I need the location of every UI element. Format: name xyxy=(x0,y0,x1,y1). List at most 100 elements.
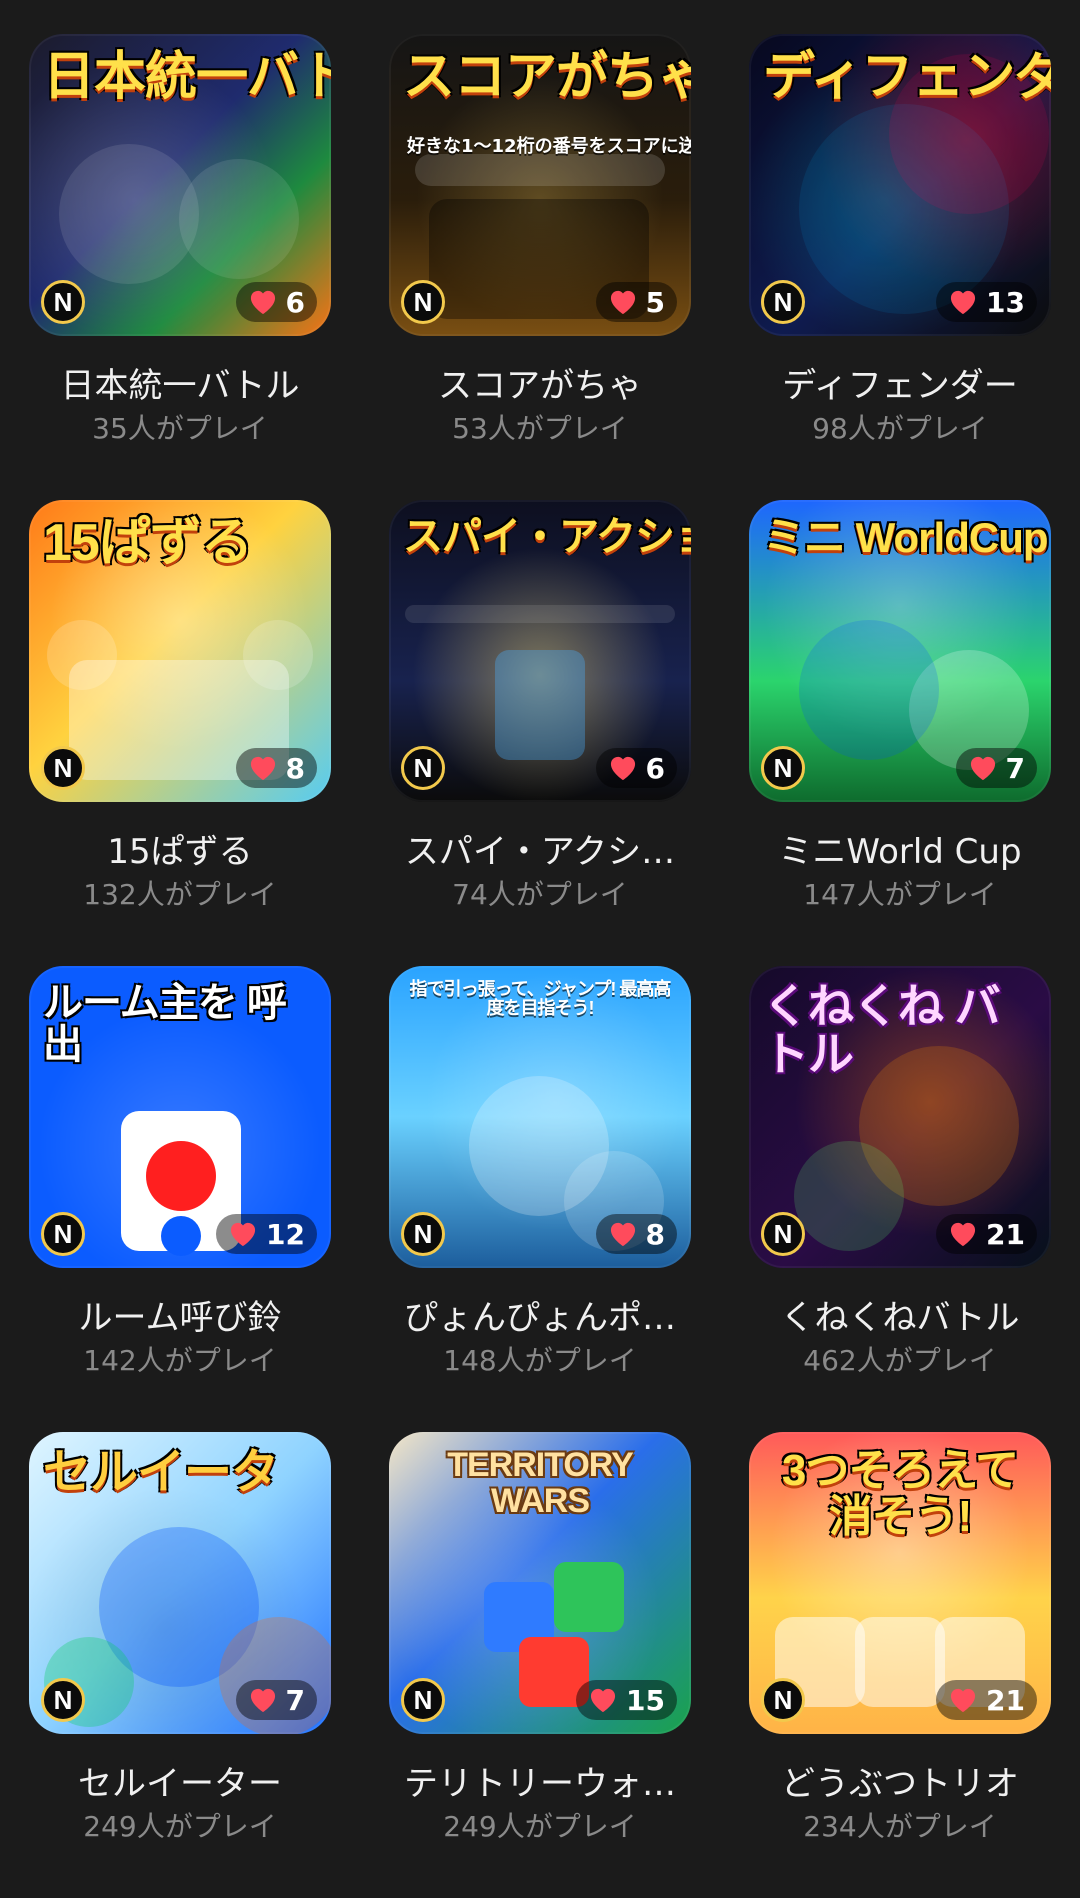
game-name[interactable]: 日本統一バトル xyxy=(25,366,335,406)
game-name[interactable]: 15ぱずる xyxy=(25,832,335,872)
play-count: 234人がプレイ xyxy=(803,1810,997,1843)
game-thumbnail[interactable]: 指で引っ張って、ジャンプ! 最高高度を目指そう! N 8 xyxy=(389,966,691,1268)
game-card[interactable]: スコアがちゃ 好きな1〜12桁の番号をスコアに送信 N 5 スコアがちゃ 53人… xyxy=(360,34,720,500)
game-name[interactable]: セルイーター xyxy=(25,1764,335,1804)
likes-badge: 5 xyxy=(595,282,677,322)
likes-count: 12 xyxy=(266,1217,305,1251)
play-count: 249人がプレイ xyxy=(443,1810,637,1843)
game-card[interactable]: セルイータ N 7 セルイーター 249人がプレイ xyxy=(0,1432,360,1898)
game-thumbnail[interactable]: ルーム主を 呼出 N 12 xyxy=(29,966,331,1268)
likes-badge: 15 xyxy=(576,1680,677,1720)
thumbnail-title: スコアがちゃ xyxy=(403,48,691,106)
thumbnail-title: くねくね バトル xyxy=(763,980,1001,1081)
play-count: 35人がプレイ xyxy=(92,412,268,445)
game-card[interactable]: ルーム主を 呼出 N 12 ルーム呼び鈴 142人がプレイ xyxy=(0,966,360,1432)
thumbnail-title: ミニ WorldCup xyxy=(763,514,1049,561)
n-badge-icon: N xyxy=(761,746,805,790)
likes-count: 6 xyxy=(645,751,665,785)
thumbnail-title: TERRITORY WARS xyxy=(447,1446,634,1520)
game-card[interactable]: TERRITORY WARS N 15 テリトリーウォ… 249人がプレイ xyxy=(360,1432,720,1898)
game-name[interactable]: スコアがちゃ xyxy=(385,366,695,406)
likes-badge: 6 xyxy=(235,282,317,322)
heart-icon xyxy=(248,289,278,315)
game-card[interactable]: 3つそろえて 消そう! N 21 どうぶつトリオ 234人がプレイ xyxy=(720,1432,1080,1898)
game-thumbnail[interactable]: TERRITORY WARS N 15 xyxy=(389,1432,691,1734)
thumbnail-title: セルイータ xyxy=(43,1446,279,1499)
heart-icon xyxy=(248,1687,278,1713)
likes-badge: 6 xyxy=(595,748,677,788)
play-count: 462人がプレイ xyxy=(803,1344,997,1377)
likes-count: 13 xyxy=(986,285,1025,319)
n-badge-icon: N xyxy=(41,280,85,324)
game-thumbnail[interactable]: ミニ WorldCup N 7 xyxy=(749,500,1051,802)
game-name[interactable]: スパイ・アクシ… xyxy=(385,832,695,872)
game-thumbnail[interactable]: くねくね バトル N 21 xyxy=(749,966,1051,1268)
likes-badge: 8 xyxy=(595,1214,677,1254)
game-name[interactable]: くねくねバトル xyxy=(745,1298,1055,1338)
play-count: 74人がプレイ xyxy=(452,878,628,911)
likes-count: 15 xyxy=(626,1683,665,1717)
likes-badge: 12 xyxy=(216,1214,317,1254)
likes-badge: 7 xyxy=(955,748,1037,788)
game-thumbnail[interactable]: ディフェンダー N 13 xyxy=(749,34,1051,336)
likes-count: 8 xyxy=(645,1217,665,1251)
n-badge-icon: N xyxy=(41,1212,85,1256)
n-badge-icon: N xyxy=(401,746,445,790)
game-card[interactable]: 指で引っ張って、ジャンプ! 最高高度を目指そう! N 8 ぴょんぴょんポ… 14… xyxy=(360,966,720,1432)
heart-icon xyxy=(248,755,278,781)
play-count: 132人がプレイ xyxy=(83,878,277,911)
game-card[interactable]: 15ぱずる N 8 15ぱずる 132人がプレイ xyxy=(0,500,360,966)
n-badge-icon: N xyxy=(401,1678,445,1722)
game-thumbnail[interactable]: スパイ・アクション N 6 xyxy=(389,500,691,802)
thumbnail-title: ルーム主を 呼出 xyxy=(43,981,287,1067)
likes-count: 8 xyxy=(285,751,305,785)
likes-count: 7 xyxy=(285,1683,305,1717)
heart-icon xyxy=(608,755,638,781)
game-thumbnail[interactable]: スコアがちゃ 好きな1〜12桁の番号をスコアに送信 N 5 xyxy=(389,34,691,336)
heart-icon xyxy=(228,1221,258,1247)
likes-badge: 13 xyxy=(936,282,1037,322)
likes-badge: 21 xyxy=(936,1680,1037,1720)
likes-count: 6 xyxy=(285,285,305,319)
game-card[interactable]: 日本統一バトル N 6 日本統一バトル 35人がプレイ xyxy=(0,34,360,500)
game-name[interactable]: ぴょんぴょんポ… xyxy=(385,1298,695,1338)
game-name[interactable]: テリトリーウォ… xyxy=(385,1764,695,1804)
n-badge-icon: N xyxy=(761,280,805,324)
play-count: 53人がプレイ xyxy=(452,412,628,445)
thumbnail-title: スパイ・アクション xyxy=(403,515,691,559)
game-card[interactable]: くねくね バトル N 21 くねくねバトル 462人がプレイ xyxy=(720,966,1080,1432)
likes-badge: 21 xyxy=(936,1214,1037,1254)
game-thumbnail[interactable]: 3つそろえて 消そう! N 21 xyxy=(749,1432,1051,1734)
game-name[interactable]: ミニWorld Cup xyxy=(745,832,1055,872)
game-thumbnail[interactable]: セルイータ N 7 xyxy=(29,1432,331,1734)
game-name[interactable]: ルーム呼び鈴 xyxy=(25,1298,335,1338)
n-badge-icon: N xyxy=(41,746,85,790)
likes-badge: 7 xyxy=(235,1680,317,1720)
game-name[interactable]: ディフェンダー xyxy=(745,366,1055,406)
thumbnail-title: ディフェンダー xyxy=(763,48,1051,106)
n-badge-icon: N xyxy=(761,1678,805,1722)
games-grid: 日本統一バトル N 6 日本統一バトル 35人がプレイ スコアがちゃ 好きな1〜… xyxy=(0,0,1080,1862)
play-count: 148人がプレイ xyxy=(443,1344,637,1377)
game-card[interactable]: ディフェンダー N 13 ディフェンダー 98人がプレイ xyxy=(720,34,1080,500)
heart-icon xyxy=(968,755,998,781)
likes-count: 5 xyxy=(645,285,665,319)
play-count: 98人がプレイ xyxy=(812,412,988,445)
game-card[interactable]: スパイ・アクション N 6 スパイ・アクシ… 74人がプレイ xyxy=(360,500,720,966)
play-count: 147人がプレイ xyxy=(803,878,997,911)
n-badge-icon: N xyxy=(401,280,445,324)
game-card[interactable]: ミニ WorldCup N 7 ミニWorld Cup 147人がプレイ xyxy=(720,500,1080,966)
game-name[interactable]: どうぶつトリオ xyxy=(745,1764,1055,1804)
game-thumbnail[interactable]: 日本統一バトル N 6 xyxy=(29,34,331,336)
likes-count: 21 xyxy=(986,1683,1025,1717)
n-badge-icon: N xyxy=(761,1212,805,1256)
likes-count: 7 xyxy=(1005,751,1025,785)
n-badge-icon: N xyxy=(401,1212,445,1256)
thumbnail-subtitle: 好きな1〜12桁の番号をスコアに送信 xyxy=(407,136,691,157)
game-thumbnail[interactable]: 15ぱずる N 8 xyxy=(29,500,331,802)
heart-icon xyxy=(948,1221,978,1247)
likes-count: 21 xyxy=(986,1217,1025,1251)
likes-badge: 8 xyxy=(235,748,317,788)
heart-icon xyxy=(608,289,638,315)
n-badge-icon: N xyxy=(41,1678,85,1722)
